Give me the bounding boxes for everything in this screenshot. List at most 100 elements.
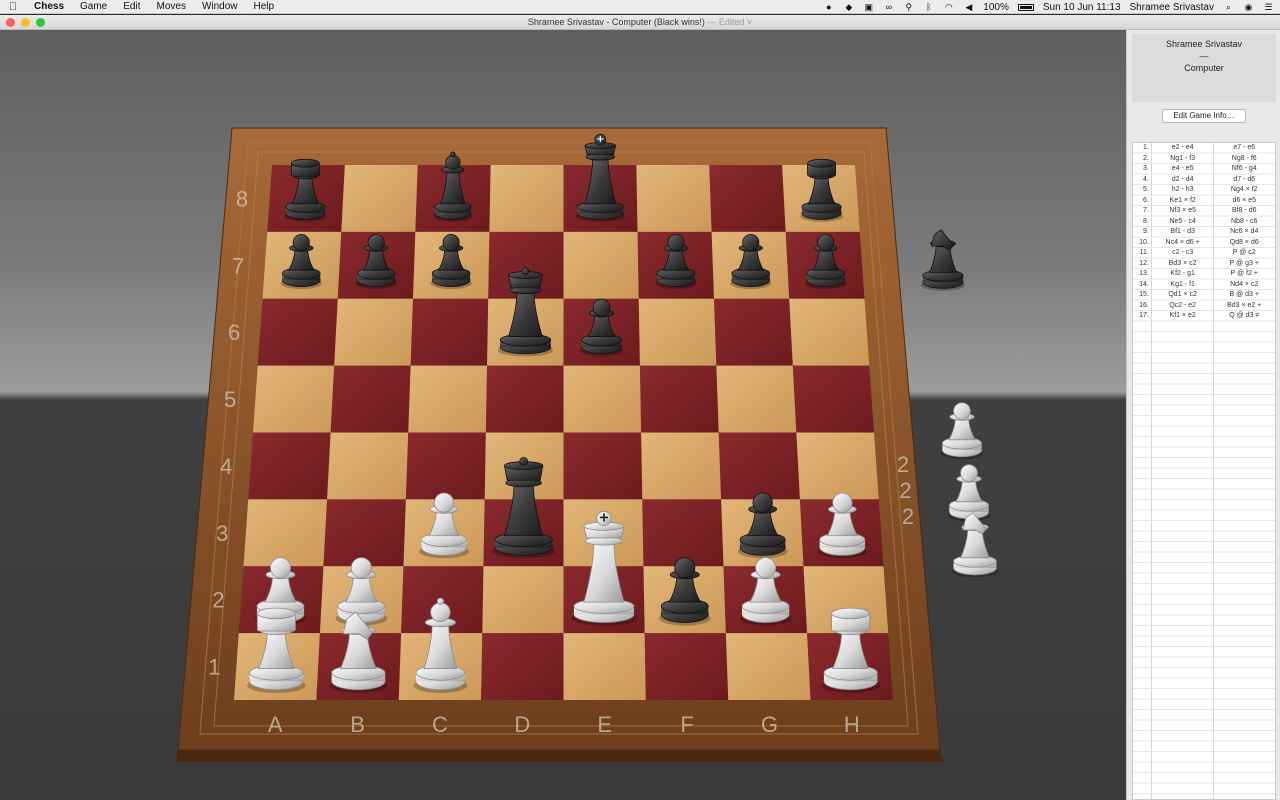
move-row[interactable]: 14. Kg1 - f1 Nd4 × c2	[1133, 280, 1275, 291]
square-h4[interactable]	[796, 432, 879, 500]
move-row[interactable]: 11. c2 - c3 P @ c2	[1133, 248, 1275, 259]
square-e7[interactable]	[563, 231, 639, 299]
move-row[interactable]: 13. Kf2 - g1 P @ f2 +	[1133, 269, 1275, 280]
menu-bar:  Chess Game Edit Moves Window Help ● ◆ …	[0, 0, 1280, 14]
move-row[interactable]: 3. e4 - e5 Nf6 - g4	[1133, 164, 1275, 175]
square-b3[interactable]	[323, 499, 406, 567]
square-e5[interactable]	[563, 365, 642, 433]
square-d5[interactable]	[485, 365, 564, 433]
move-row[interactable]: 16. Qc2 - e2 Bd3 × e2 +	[1133, 301, 1275, 312]
note-icon[interactable]: ▣	[863, 2, 874, 12]
square-d8[interactable]	[489, 165, 564, 232]
white-move: Kf1 × e2	[1169, 312, 1196, 319]
bluetooth-icon[interactable]: ᛒ	[923, 2, 934, 12]
board-squares[interactable]	[234, 165, 893, 700]
move-number: 11.	[1139, 249, 1149, 256]
square-c6[interactable]	[410, 298, 489, 366]
square-g5[interactable]	[716, 365, 797, 433]
edit-game-info-button[interactable]: Edit Game Info…	[1162, 109, 1246, 123]
user-name[interactable]: Shramee Srivastav	[1130, 2, 1214, 13]
battery-percent[interactable]: 100%	[983, 2, 1009, 13]
move-row[interactable]: 12. Bd3 × c2 P @ g3 +	[1133, 259, 1275, 270]
rank-label: 3	[216, 521, 228, 546]
square-d1[interactable]	[481, 633, 564, 700]
square-a4[interactable]	[248, 432, 331, 500]
square-f1[interactable]	[644, 633, 729, 700]
chess-board[interactable]: A B C D E F G H12345678222	[0, 30, 1126, 800]
square-a6[interactable]	[257, 298, 338, 366]
move-row[interactable]: 1. e2 - e4 e7 - e6	[1133, 143, 1275, 154]
bicycle-icon[interactable]: ⚲	[903, 2, 914, 12]
square-g8[interactable]	[709, 165, 786, 232]
move-row[interactable]: 15. Qd1 × c2 B @ d3 +	[1133, 290, 1275, 301]
move-row[interactable]: 17. Kf1 × e2 Q @ d3 ≠	[1133, 311, 1275, 322]
menu-window[interactable]: Window	[194, 0, 246, 14]
white-move: Nc4 × d6 +	[1165, 238, 1200, 246]
clock[interactable]: Sun 10 Jun 11:13	[1043, 2, 1121, 13]
move-number: 17.	[1139, 312, 1149, 319]
menu-moves[interactable]: Moves	[148, 0, 193, 14]
square-f5[interactable]	[639, 365, 719, 433]
rank-label: 5	[224, 387, 236, 412]
menu-game[interactable]: Game	[72, 0, 115, 14]
captured-black-knight	[920, 229, 966, 291]
menu-edit[interactable]: Edit	[115, 0, 148, 14]
square-b5[interactable]	[330, 365, 411, 433]
square-a5[interactable]	[253, 365, 335, 433]
move-number: 16.	[1139, 301, 1149, 309]
move-row[interactable]: 5. h2 - h3 Ng4 × f2	[1133, 185, 1275, 196]
menu-app-name[interactable]: Chess	[26, 0, 72, 14]
captured-pieces	[920, 229, 999, 578]
upwork-icon[interactable]: ●	[823, 2, 834, 12]
move-row[interactable]: 4. d2 - d4 d7 - d6	[1133, 175, 1275, 186]
spotlight-search-icon[interactable]: ⌕	[1223, 2, 1234, 12]
move-list[interactable]: 1. e2 - e4 e7 - e6 2. Ng1 - f3 Ng8 - f6 3. e4 -…	[1132, 142, 1276, 800]
move-row[interactable]: 9. Bf1 - d3 Nc6 × d4	[1133, 227, 1275, 238]
square-a3[interactable]	[243, 499, 328, 567]
square-g1[interactable]	[725, 633, 811, 700]
square-c4[interactable]	[405, 432, 486, 500]
square-g4[interactable]	[718, 432, 800, 500]
white-move: Bd3 × c2	[1168, 259, 1197, 267]
black-move: P @ c2	[1232, 249, 1256, 256]
move-row[interactable]: 8. Ne5 - c4 Nb8 - c6	[1133, 217, 1275, 228]
square-e4[interactable]	[563, 432, 643, 500]
move-row[interactable]: 6. Ke1 × f2 d6 × e5	[1133, 196, 1275, 207]
square-b4[interactable]	[327, 432, 409, 500]
window-titlebar: Shramee Srivastav - Computer (Black wins…	[0, 15, 1280, 30]
battery-icon[interactable]	[1017, 3, 1034, 11]
move-number: 2.	[1143, 154, 1149, 162]
file-label: A	[268, 712, 283, 737]
square-f8[interactable]	[636, 165, 712, 232]
white-move: Ke1 × f2	[1169, 196, 1196, 204]
captured-white-knight	[951, 511, 999, 578]
square-h5[interactable]	[792, 365, 874, 433]
move-row[interactable]: 10. Nc4 × d6 + Qd8 × d6	[1133, 238, 1275, 249]
square-f4[interactable]	[641, 432, 722, 500]
wifi-icon[interactable]: ◠	[943, 2, 954, 12]
black-move: P @ f2 +	[1230, 270, 1258, 277]
move-row[interactable]: 7. Nf3 × e5 Bf8 - d6	[1133, 206, 1275, 217]
square-d2[interactable]	[482, 566, 564, 634]
square-h6[interactable]	[789, 298, 870, 366]
notification-center-icon[interactable]: ☰	[1263, 2, 1274, 12]
siri-icon[interactable]: ◉	[1243, 2, 1254, 12]
menu-help[interactable]: Help	[246, 0, 283, 14]
move-number: 8.	[1143, 217, 1149, 225]
square-b8[interactable]	[341, 165, 418, 232]
apple-menu-icon[interactable]: 	[0, 1, 26, 13]
square-c5[interactable]	[408, 365, 488, 433]
white-move: Ne5 - c4	[1169, 217, 1196, 225]
square-f3[interactable]	[642, 499, 724, 567]
reserve-count: 2	[899, 478, 911, 503]
square-g6[interactable]	[714, 298, 793, 366]
dropbox-icon[interactable]: ◆	[843, 2, 854, 12]
square-f6[interactable]	[638, 298, 717, 366]
square-e1[interactable]	[563, 633, 646, 700]
move-row[interactable]: 2. Ng1 - f3 Ng8 - f6	[1133, 154, 1275, 165]
square-b6[interactable]	[334, 298, 413, 366]
volume-icon[interactable]: ◀	[963, 2, 974, 12]
board-scene[interactable]: ABCDEFGH12345678222	[0, 30, 1126, 800]
move-number: 4.	[1143, 175, 1149, 183]
glasses-icon[interactable]: ∞	[883, 2, 894, 12]
